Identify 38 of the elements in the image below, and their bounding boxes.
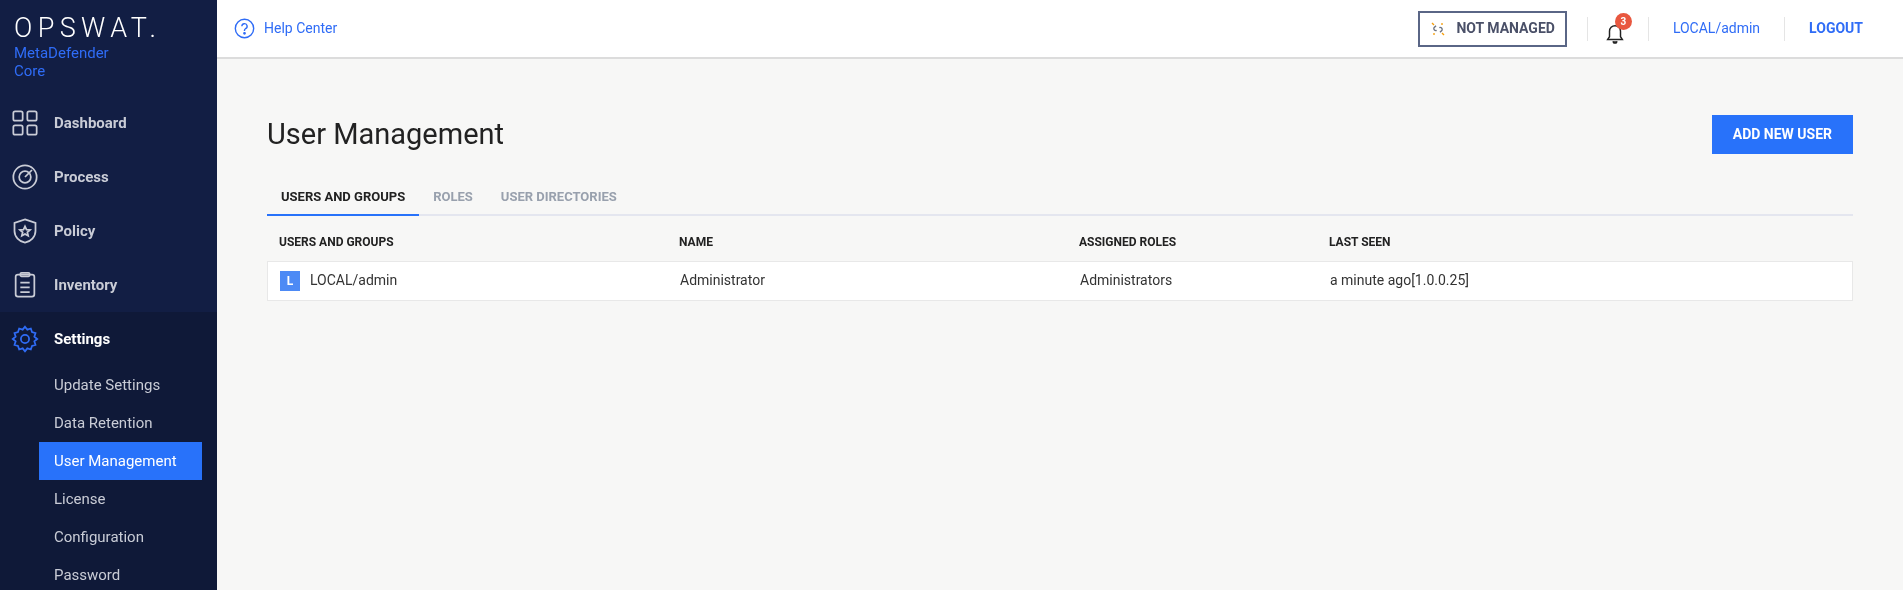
column-header: NAME [679,233,714,251]
column-header: LAST SEEN [1329,233,1392,251]
column-header: USERS AND GROUPS [279,233,395,251]
help-icon [234,18,255,39]
user-link[interactable]: LOCAL/admin [1672,18,1761,39]
table-cell-text: Administrators [1080,271,1174,290]
status-badge: NOT MANAGED [1418,10,1567,47]
table-cell-text: a minute ago[1.0.0.25] [1330,271,1470,290]
notifications-button[interactable]: 3 [1603,12,1632,45]
table-cell-text: Administrator [680,271,766,290]
nav-subitem[interactable]: Configuration [39,518,202,556]
nav-subitem[interactable]: License [39,480,202,518]
table-row[interactable]: L LOCAL/admin Administrator Administrators a minute ago[1.0.0.25] [267,260,1853,301]
nav-item[interactable]: Process [0,150,217,204]
tab[interactable]: USERS AND GROUPS [267,179,420,216]
logout-link[interactable]: LOGOUT [1809,18,1863,39]
nav-subitem[interactable]: Update Settings [39,366,202,404]
nav-item[interactable]: Dashboard [0,96,217,150]
table-cell-text: LOCAL/admin [310,271,398,290]
column-header: ASSIGNED ROLES [1079,233,1178,251]
settings-icon [11,325,39,353]
add-user-button[interactable]: ADD NEW USER [1711,115,1853,155]
broken-link-icon [1430,20,1447,37]
grid-icon [11,109,39,137]
product-name: Core [14,62,47,80]
page-title: User Management [267,116,505,153]
nav-item[interactable]: Settings [0,312,217,366]
nav-subitem[interactable]: User Management [39,442,202,480]
logo: OPSWAT. [14,12,163,44]
user-badge: L [280,270,300,291]
shield-icon [11,217,39,245]
nav-subitem[interactable]: Password [39,556,202,590]
nav-subitem[interactable]: Data Retention [39,404,202,442]
nav-item[interactable]: Inventory [0,258,217,312]
target-icon [11,163,39,191]
nav-item[interactable]: Policy [0,204,217,258]
product-name: MetaDefender [14,44,110,62]
help-center-link[interactable]: Help Center [234,18,338,39]
